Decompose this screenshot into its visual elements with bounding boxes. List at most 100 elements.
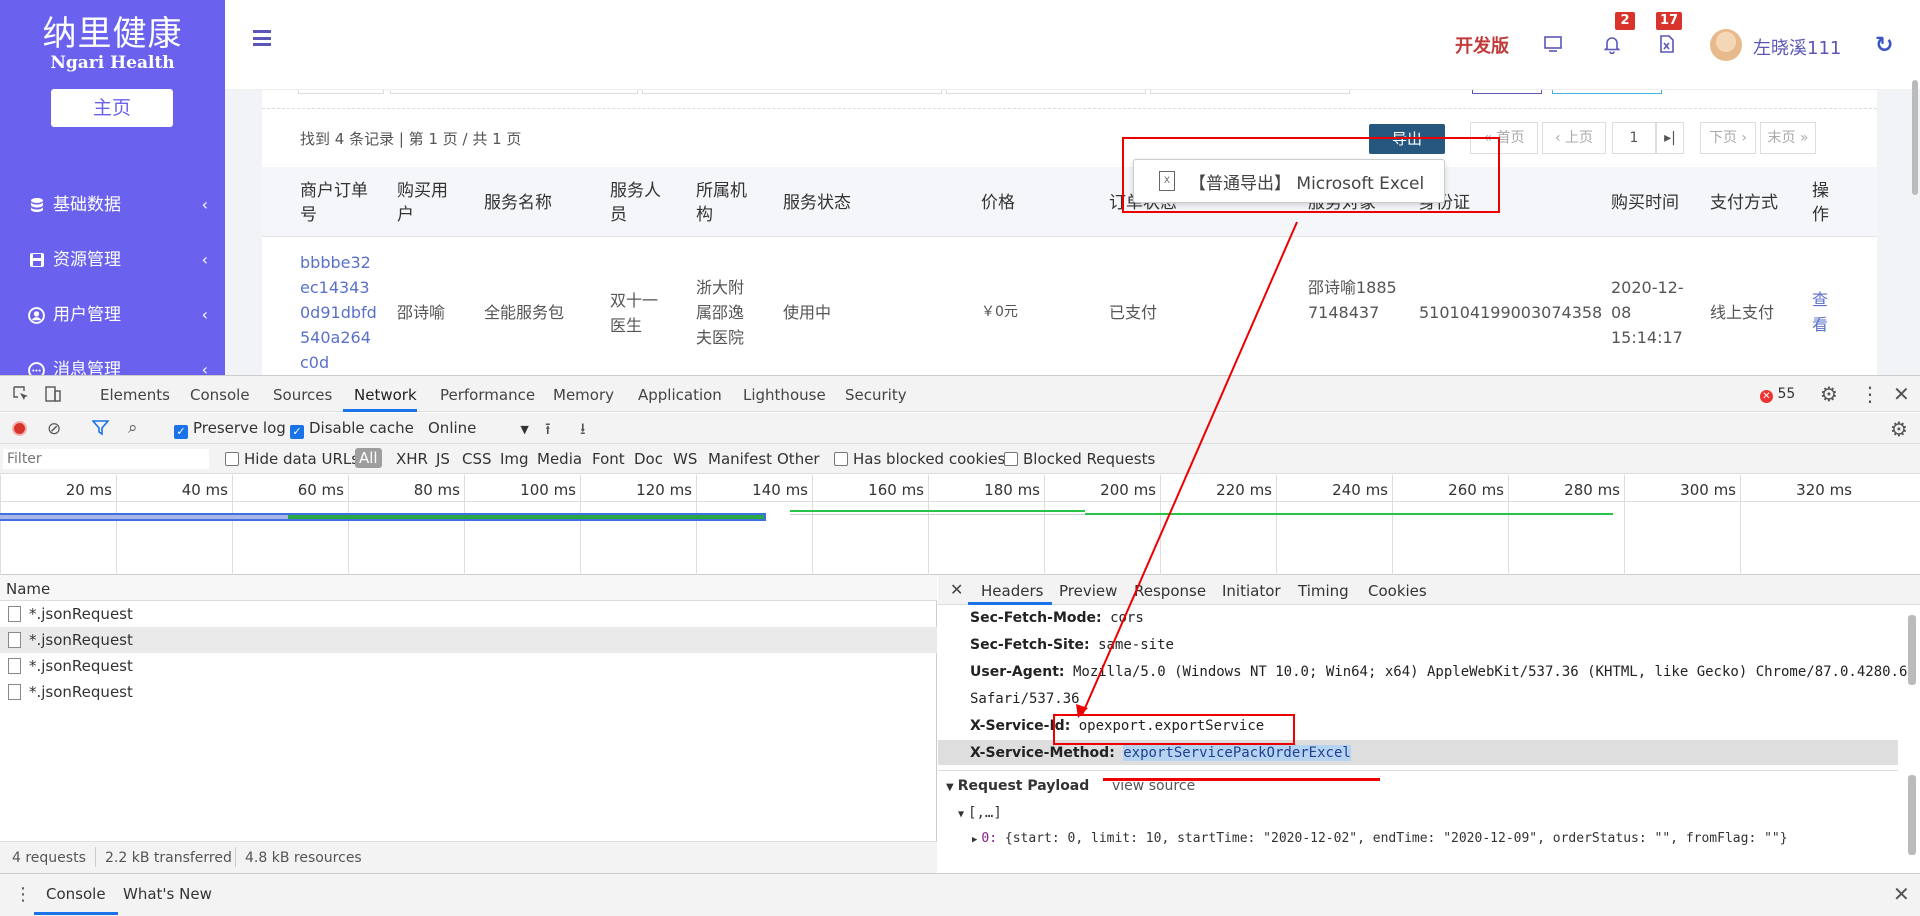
avatar[interactable] bbox=[1710, 29, 1742, 61]
last-page-button[interactable]: 末页 » bbox=[1760, 122, 1816, 154]
detail-scrollbar-lower[interactable] bbox=[1908, 775, 1916, 855]
tab-network[interactable]: Network bbox=[354, 386, 417, 404]
request-row[interactable]: *.jsonRequest bbox=[0, 627, 937, 653]
clear-icon[interactable]: ⊘ bbox=[47, 419, 61, 439]
tab-sources[interactable]: Sources bbox=[273, 386, 332, 404]
type-doc[interactable]: Doc bbox=[634, 450, 663, 468]
username[interactable]: 左晓溪111 bbox=[1753, 34, 1841, 60]
sidebar-item-label: 资源管理 bbox=[53, 250, 121, 270]
first-page-button[interactable]: « 首页 bbox=[1470, 122, 1538, 154]
tab-response[interactable]: Response bbox=[1134, 582, 1206, 600]
tab-cookies[interactable]: Cookies bbox=[1368, 582, 1427, 600]
type-css[interactable]: CSS bbox=[462, 450, 492, 468]
inspect-icon[interactable] bbox=[12, 385, 30, 407]
record-icon[interactable] bbox=[12, 421, 27, 440]
file-icon bbox=[8, 658, 21, 674]
timeline-bar-4 bbox=[1085, 513, 1613, 515]
monitor-icon[interactable] bbox=[1543, 34, 1565, 56]
filter-input[interactable] bbox=[3, 449, 209, 469]
type-media[interactable]: Media bbox=[537, 450, 582, 468]
more-vert-icon[interactable]: ⋮ bbox=[1860, 382, 1880, 406]
tab-memory[interactable]: Memory bbox=[553, 386, 614, 404]
tab-console[interactable]: Console bbox=[190, 386, 250, 404]
close-detail-icon[interactable]: ✕ bbox=[950, 580, 963, 599]
error-counter[interactable]: ✕ 55 bbox=[1760, 386, 1795, 403]
request-list: Name *.jsonRequest *.jsonRequest *.jsonR… bbox=[0, 575, 937, 851]
request-row[interactable]: *.jsonRequest bbox=[0, 601, 937, 627]
filter-icon[interactable] bbox=[91, 420, 110, 440]
bell-icon[interactable] bbox=[1602, 34, 1624, 56]
type-xhr[interactable]: XHR bbox=[396, 450, 428, 468]
close-drawer-icon[interactable]: ✕ bbox=[1893, 882, 1910, 906]
export-har-icon[interactable]: ⭳ bbox=[580, 418, 586, 445]
payload-array[interactable]: ▼ [,…] bbox=[958, 805, 1002, 821]
type-img[interactable]: Img bbox=[500, 450, 529, 468]
refresh-icon[interactable]: ↻ bbox=[1875, 33, 1893, 58]
view-link[interactable]: 查看 bbox=[1812, 287, 1832, 337]
col-staff: 服务人员 bbox=[610, 181, 661, 225]
tab-application[interactable]: Application bbox=[638, 386, 722, 404]
search-icon[interactable]: ⌕ bbox=[128, 418, 138, 438]
header-line: User-Agent: Mozilla/5.0 (Windows NT 10.0… bbox=[970, 664, 1916, 680]
has-blocked-cookies-checkbox[interactable]: Has blocked cookies bbox=[834, 450, 1005, 468]
export-dropdown[interactable]: X 【普通导出】 Microsoft Excel bbox=[1133, 159, 1445, 203]
throttle-select[interactable]: Online ▼ bbox=[428, 419, 529, 437]
drawer-tab-whats-new[interactable]: What's New bbox=[123, 885, 212, 903]
tab-headers[interactable]: Headers bbox=[981, 582, 1043, 600]
close-devtools-icon[interactable]: ✕ bbox=[1893, 382, 1910, 406]
menu-toggle-icon[interactable] bbox=[253, 30, 271, 46]
disable-cache-checkbox[interactable]: ✓ Disable cache bbox=[290, 419, 414, 439]
timeline-tick: 40 ms bbox=[116, 475, 232, 575]
network-filter-bar: Hide data URLs All XHR JS CSS Img Media … bbox=[0, 444, 1920, 474]
header-line: Safari/537.36 bbox=[970, 691, 1080, 707]
col-time: 购买时间 bbox=[1611, 193, 1679, 213]
blocked-requests-checkbox[interactable]: Blocked Requests bbox=[1004, 450, 1155, 468]
device-toggle-icon[interactable] bbox=[44, 385, 62, 407]
file-icon bbox=[8, 632, 21, 648]
sidebar-item-messages[interactable]: 消息管理 ‹ bbox=[28, 353, 208, 375]
export-button[interactable]: 导出 bbox=[1369, 124, 1445, 154]
sidebar-item-resources[interactable]: 资源管理 ‹ bbox=[28, 243, 208, 277]
type-other[interactable]: Other bbox=[777, 450, 820, 468]
tab-preview[interactable]: Preview bbox=[1059, 582, 1117, 600]
time-cell: 2020-12-08 15:14:17 bbox=[1611, 278, 1684, 347]
sidebar-item-users[interactable]: 用户管理 ‹ bbox=[28, 298, 208, 332]
drawer-menu-icon[interactable]: ⋮ bbox=[14, 884, 32, 905]
preserve-log-checkbox[interactable]: ✓ Preserve log bbox=[174, 419, 286, 439]
page-scrollbar[interactable] bbox=[1912, 80, 1918, 195]
network-settings-gear-icon[interactable]: ⚙ bbox=[1890, 417, 1908, 441]
detail-scrollbar[interactable] bbox=[1908, 615, 1916, 685]
prev-page-button[interactable]: ‹ 上页 bbox=[1542, 122, 1606, 154]
tab-initiator[interactable]: Initiator bbox=[1222, 582, 1281, 600]
page-input[interactable]: 1 bbox=[1612, 122, 1656, 154]
header-line: X-Service-Id: opexport.exportService bbox=[970, 718, 1264, 734]
type-ws[interactable]: WS bbox=[673, 450, 697, 468]
header-value: exportServicePackOrderExcel bbox=[1123, 745, 1351, 761]
type-font[interactable]: Font bbox=[592, 450, 625, 468]
tab-lighthouse[interactable]: Lighthouse bbox=[743, 386, 826, 404]
drawer-tab-console[interactable]: Console bbox=[46, 885, 106, 903]
import-har-icon[interactable]: ⭱ bbox=[545, 418, 551, 445]
home-button[interactable]: 主页 bbox=[51, 89, 173, 127]
go-page-icon[interactable]: ▸| bbox=[1656, 122, 1684, 154]
type-js[interactable]: JS bbox=[436, 450, 450, 468]
tab-elements[interactable]: Elements bbox=[100, 386, 170, 404]
payload-item[interactable]: ▶ 0: {start: 0, limit: 10, startTime: "20… bbox=[972, 831, 1788, 846]
payload-section[interactable]: ▼ Request Payload bbox=[946, 778, 1089, 794]
hide-data-urls-checkbox[interactable]: Hide data URLs bbox=[225, 450, 359, 468]
settings-gear-icon[interactable]: ⚙ bbox=[1820, 382, 1838, 406]
next-page-button[interactable]: 下页 › bbox=[1700, 122, 1756, 154]
request-row[interactable]: *.jsonRequest bbox=[0, 679, 937, 705]
order-no-link[interactable]: bbbbe32ec143430d91dbfd540a264c0d bbox=[300, 250, 378, 375]
tab-security[interactable]: Security bbox=[845, 386, 907, 404]
message-icon bbox=[28, 361, 45, 375]
name-column-header[interactable]: Name bbox=[0, 575, 937, 601]
export-option-excel[interactable]: 【普通导出】 Microsoft Excel bbox=[1189, 169, 1424, 194]
type-manifest[interactable]: Manifest bbox=[708, 450, 772, 468]
type-all[interactable]: All bbox=[355, 448, 382, 468]
tab-timing[interactable]: Timing bbox=[1298, 582, 1349, 600]
excel-file-icon[interactable] bbox=[1657, 34, 1679, 56]
request-row[interactable]: *.jsonRequest bbox=[0, 653, 937, 679]
tab-performance[interactable]: Performance bbox=[440, 386, 535, 404]
sidebar-item-basic-data[interactable]: 基础数据 ‹ bbox=[28, 188, 208, 222]
